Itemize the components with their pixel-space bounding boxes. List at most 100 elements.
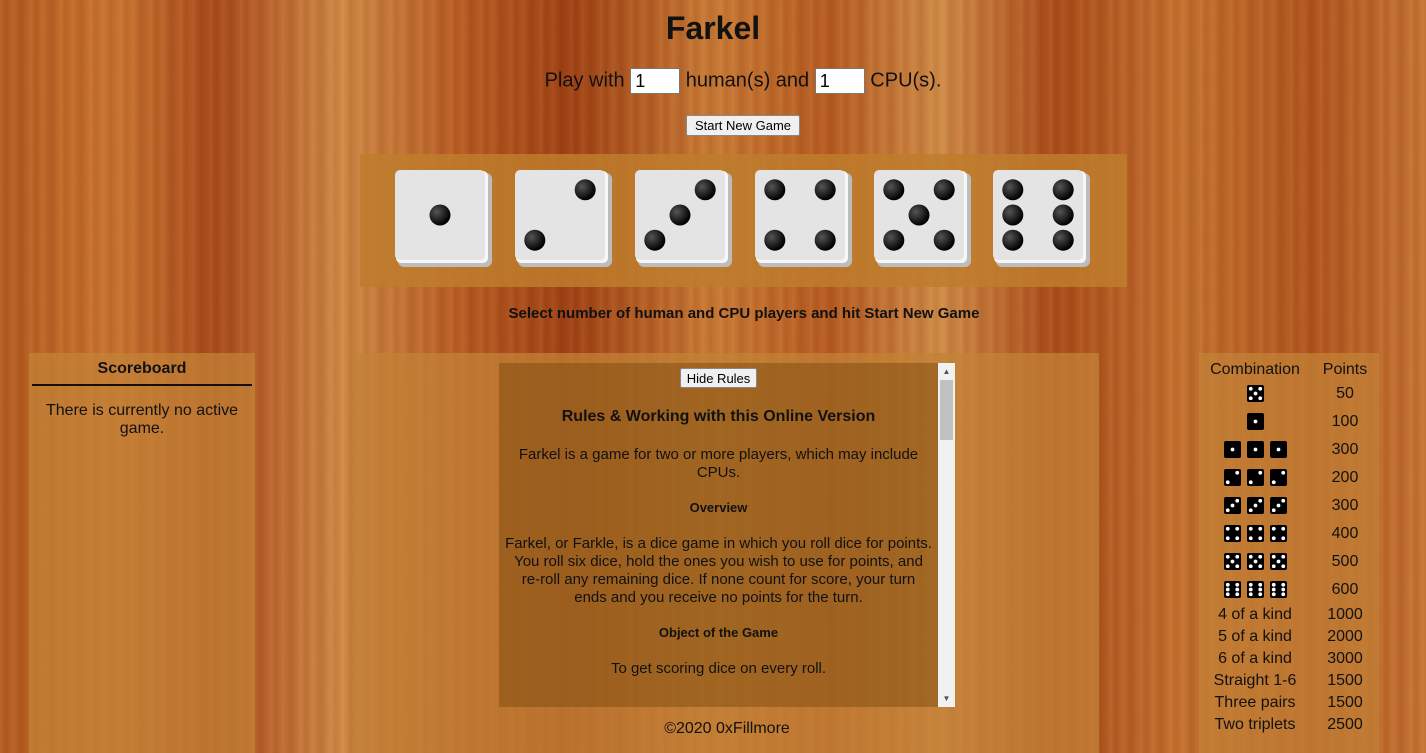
die-face-1-icon [1223,441,1241,459]
overview-heading: Overview [689,500,748,515]
points-value: 100 [1331,413,1359,430]
cpus-label: CPU(s). [870,69,942,92]
die-face-1-icon [1269,441,1287,459]
die-face-5-icon [1246,385,1264,403]
play-with-label: Play with [544,69,625,92]
scoreboard-panel: Scoreboard There is currently no active … [29,353,255,753]
die-face-5-icon [1223,553,1241,571]
combination-dice [1199,380,1311,408]
hide-rules-button[interactable]: Hide Rules [679,368,758,388]
points-value: 500 [1331,553,1359,570]
combination-dice [1199,464,1311,492]
rules-heading: Rules & Working with this Online Version [561,408,876,425]
points-value: 300 [1331,441,1359,458]
combination-header: Combination [1210,361,1300,378]
humans-input[interactable] [630,68,681,94]
overview-text: Farkel, or Farkle, is a dice game in whi… [505,535,932,606]
combination-label: 6 of a kind [1218,650,1292,667]
die-face-1-icon [1246,413,1264,431]
die-3[interactable] [635,170,732,267]
die-face-4-icon [1269,525,1287,543]
combination-dice [1199,520,1311,548]
scoring-panel: Combination Points 50 100 300 200 300 400 500 6… [1199,353,1379,753]
points-header: Points [1322,361,1368,378]
dice-tray [360,154,1127,287]
die-face-6-icon [1246,581,1264,599]
combination-label: Two triplets [1214,716,1296,733]
die-face-5-icon [1246,553,1264,571]
combination-dice [1199,408,1311,436]
die-face-4-icon [1223,525,1241,543]
scroll-down-arrow-icon[interactable]: ▼ [938,690,955,707]
die-face-3-icon [1223,497,1241,515]
combination-dice [1199,492,1311,520]
die-face-2-icon [1269,469,1287,487]
scoring-row: 400 [1199,520,1379,548]
die-face-1-icon [1246,441,1264,459]
points-value: 400 [1331,525,1359,542]
points-value: 200 [1331,469,1359,486]
scoring-row: Straight 1-6 1500 [1199,670,1379,692]
points-value: 600 [1331,581,1359,598]
object-text: To get scoring dice on every roll. [610,660,827,677]
scroll-up-arrow-icon[interactable]: ▲ [938,363,955,380]
rules-scrollbar[interactable]: ▲ ▼ [938,363,955,707]
scoring-row: 600 [1199,576,1379,604]
scoring-row: Two triplets 2500 [1199,714,1379,736]
scoring-table: Combination Points 50 100 300 200 300 400 500 6… [1199,360,1379,736]
die-6[interactable] [993,170,1090,267]
rules-panel: Hide Rules Rules & Working with this Onl… [355,353,1099,753]
scoring-row: 300 [1199,436,1379,464]
points-value: 3000 [1327,650,1363,667]
scoreboard-message: There is currently no active game. [45,402,239,437]
scoring-row: 6 of a kind 3000 [1199,648,1379,670]
combination-dice [1199,436,1311,464]
points-value: 1000 [1327,606,1363,623]
die-face-3-icon [1246,497,1264,515]
points-value: 1500 [1327,672,1363,689]
player-setup: Play with human(s) and CPU(s). [0,68,1426,94]
page-title: Farkel [665,10,761,46]
scoreboard-title: Scoreboard [32,360,252,386]
cpus-input[interactable] [814,68,865,94]
die-face-6-icon [1223,581,1241,599]
points-value: 50 [1336,385,1354,402]
points-value: 2500 [1327,716,1363,733]
rules-box[interactable]: Hide Rules Rules & Working with this Onl… [499,363,939,707]
die-face-2-icon [1246,469,1264,487]
humans-label: human(s) and [685,69,810,92]
object-heading: Object of the Game [658,625,779,640]
rules-content: Hide Rules Rules & Working with this Onl… [499,363,938,696]
scoring-row: Three pairs 1500 [1199,692,1379,714]
die-4[interactable] [755,170,852,267]
rules-intro: Farkel is a game for two or more players… [518,446,919,481]
die-face-5-icon [1269,553,1287,571]
scoring-row: 4 of a kind 1000 [1199,604,1379,626]
points-value: 2000 [1327,628,1363,645]
die-face-3-icon [1269,497,1287,515]
combination-label: Straight 1-6 [1213,672,1297,689]
status-message: Select number of human and CPU players a… [508,305,980,322]
scoring-row: 500 [1199,548,1379,576]
combination-dice [1199,548,1311,576]
scoring-row: 200 [1199,464,1379,492]
scoring-row: 5 of a kind 2000 [1199,626,1379,648]
scoring-row: 50 [1199,380,1379,408]
die-2[interactable] [515,170,612,267]
start-new-game-button[interactable]: Start New Game [686,115,800,136]
combination-label: 4 of a kind [1218,606,1292,623]
scoring-row: 100 [1199,408,1379,436]
die-5[interactable] [874,170,971,267]
die-face-6-icon [1269,581,1287,599]
points-value: 1500 [1327,694,1363,711]
combination-label: 5 of a kind [1218,628,1292,645]
combination-dice [1199,576,1311,604]
points-value: 300 [1331,497,1359,514]
scoring-row: 300 [1199,492,1379,520]
copyright: ©2020 0xFillmore [664,720,790,737]
die-1[interactable] [395,170,492,267]
die-face-2-icon [1223,469,1241,487]
combination-label: Three pairs [1214,694,1296,711]
scroll-thumb[interactable] [940,380,953,440]
die-face-4-icon [1246,525,1264,543]
